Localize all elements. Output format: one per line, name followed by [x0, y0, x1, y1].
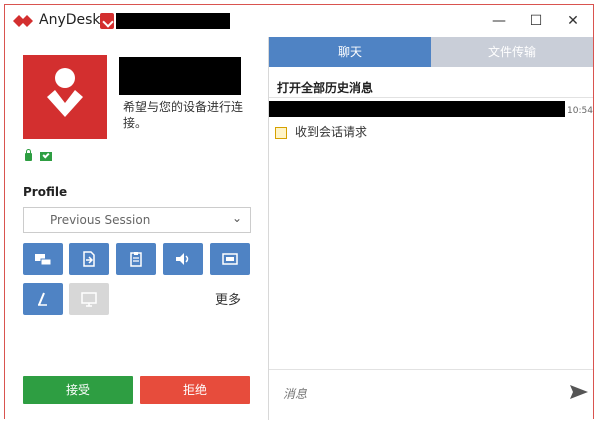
- app-title: AnyDesk: [39, 12, 101, 28]
- status-icons: [25, 149, 52, 164]
- file-transfer-button[interactable]: [69, 243, 109, 275]
- left-panel: 希望与您的设备进行连接。 Profile Previous Session ⌄: [5, 37, 268, 420]
- chevron-down-icon: ⌄: [231, 211, 242, 225]
- draw-button[interactable]: [23, 283, 63, 315]
- monitor-check-icon: [39, 152, 52, 161]
- open-history-link[interactable]: 打开全部历史消息: [277, 79, 373, 96]
- lock-icon: [25, 149, 32, 161]
- close-button[interactable]: ✕: [557, 10, 589, 32]
- session-tab-icon[interactable]: [100, 13, 114, 29]
- file-transfer-icon: [83, 251, 95, 267]
- send-icon[interactable]: [569, 382, 589, 402]
- display-disabled-icon: [81, 292, 97, 307]
- keyboard-icon: [35, 254, 51, 266]
- notification-icon: [275, 126, 287, 139]
- profile-selected-value: Previous Session: [50, 213, 151, 227]
- profile-select[interactable]: Previous Session ⌄: [23, 207, 251, 233]
- audio-button[interactable]: [163, 243, 203, 275]
- chat-panel: 聊天 文件传输 打开全部历史消息 10:54 收到会话请求: [269, 37, 593, 420]
- clipboard-icon: [130, 252, 142, 267]
- event-text: 收到会话请求: [295, 125, 368, 139]
- clipboard-button[interactable]: [116, 243, 156, 275]
- session-request-event: 收到会话请求: [275, 123, 367, 140]
- remote-name-redacted: [119, 57, 241, 95]
- accept-button[interactable]: 接受: [23, 376, 133, 404]
- anydesk-user-icon: [47, 68, 83, 117]
- audio-icon: [176, 253, 189, 265]
- message-timestamp: 10:54: [567, 106, 593, 116]
- session-tab-redacted[interactable]: [116, 13, 230, 29]
- avatar: [23, 55, 107, 139]
- tab-file-transfer[interactable]: 文件传输: [431, 37, 593, 67]
- anydesk-logo-icon: [13, 15, 33, 27]
- display-button-disabled: [69, 283, 109, 315]
- connection-request-text: 希望与您的设备进行连接。: [123, 100, 244, 130]
- anydesk-window: AnyDesk — ☐ ✕ 希望与您的设备进行连接。 Profile Previ…: [4, 4, 594, 420]
- keyboard-button[interactable]: [23, 243, 63, 275]
- draw-icon: [38, 292, 47, 306]
- history-divider: [269, 97, 593, 98]
- maximize-button[interactable]: ☐: [520, 10, 552, 32]
- minimize-button[interactable]: —: [483, 10, 515, 32]
- chat-message-redacted: [269, 101, 565, 117]
- more-button[interactable]: 更多: [215, 289, 241, 308]
- tab-chat[interactable]: 聊天: [269, 37, 431, 67]
- screen-icon: [222, 253, 238, 265]
- input-divider: [269, 369, 593, 370]
- message-input[interactable]: [281, 382, 545, 406]
- title-bar: AnyDesk — ☐ ✕: [5, 5, 593, 37]
- profile-label: Profile: [23, 185, 68, 199]
- reject-button[interactable]: 拒绝: [140, 376, 250, 404]
- screen-button[interactable]: [210, 243, 250, 275]
